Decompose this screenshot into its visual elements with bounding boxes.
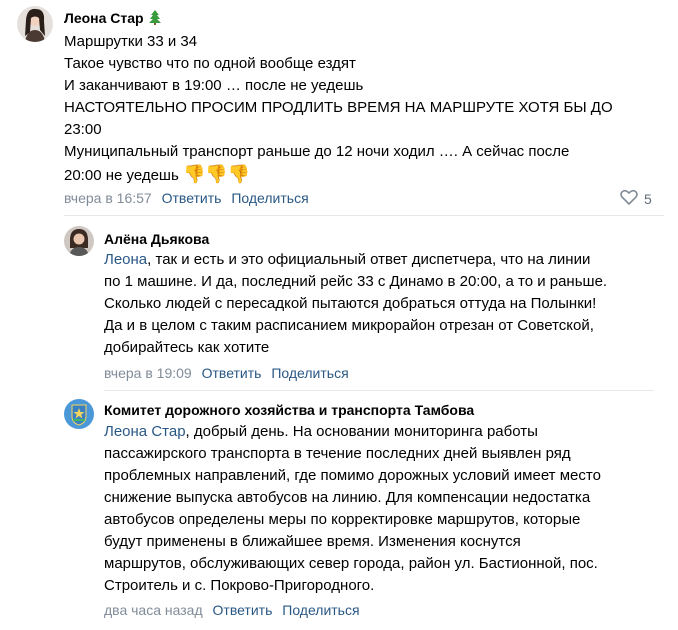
avatar[interactable]	[64, 226, 94, 256]
comment-author[interactable]: Комитет дорожного хозяйства и транспорта…	[104, 402, 474, 418]
comment-time[interactable]: вчера в 19:09	[104, 365, 192, 381]
comment-author[interactable]: Леона Стар	[64, 9, 162, 28]
comment-text: Леона, так и есть и это официальный отве…	[104, 251, 608, 356]
christmas-tree-icon	[148, 9, 162, 28]
comment-text: Маршрутки 33 и 34 Такое чувство что по о…	[64, 33, 613, 184]
comment-time[interactable]: два часа назад	[104, 602, 203, 618]
comment-meta: два часа назад Ответить Поделиться	[104, 602, 360, 618]
reply-button[interactable]: Ответить	[162, 190, 222, 206]
thumbs-down-emoji: 👎👎👎	[182, 164, 251, 184]
divider	[104, 390, 654, 391]
comment-text: Леона Стар, добрый день. На основании мо…	[104, 423, 601, 594]
comment-time[interactable]: вчера в 16:57	[64, 190, 152, 206]
share-button[interactable]: Поделиться	[282, 602, 359, 618]
mention-link[interactable]: Леона Стар	[104, 423, 186, 440]
divider	[64, 215, 664, 216]
comment-meta: вчера в 19:09 Ответить Поделиться	[104, 365, 349, 381]
comment-author[interactable]: Алёна Дьякова	[104, 231, 209, 247]
share-button[interactable]: Поделиться	[231, 190, 308, 206]
mention-link[interactable]: Леона	[104, 251, 147, 268]
like-button[interactable]: 5	[620, 189, 652, 208]
share-button[interactable]: Поделиться	[271, 365, 348, 381]
heart-icon	[620, 189, 638, 208]
comments-thread: Леона Стар Маршрутки 33 и 34 Такое чувст…	[0, 0, 678, 630]
avatar[interactable]	[64, 399, 94, 429]
reply-button[interactable]: Ответить	[213, 602, 273, 618]
avatar[interactable]	[17, 6, 53, 42]
comment-meta: вчера в 16:57 Ответить Поделиться	[64, 190, 309, 206]
reply-button[interactable]: Ответить	[202, 365, 262, 381]
like-count: 5	[644, 190, 652, 207]
